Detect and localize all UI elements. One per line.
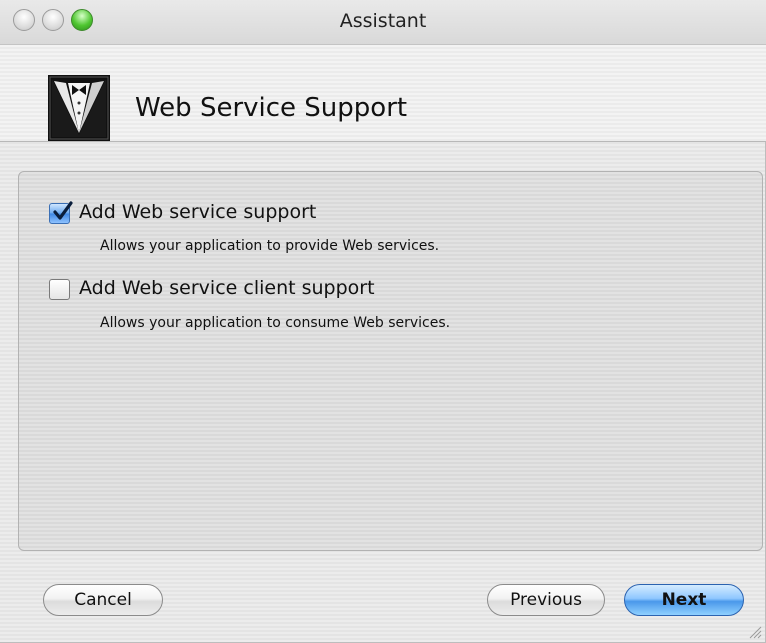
cancel-button[interactable]: Cancel	[43, 584, 163, 616]
page-title: Web Service Support	[135, 93, 408, 123]
option-label[interactable]: Add Web service client support	[79, 277, 375, 299]
previous-button[interactable]: Previous	[487, 584, 605, 616]
option-description: Allows your application to provide Web s…	[100, 238, 440, 254]
option-label[interactable]: Add Web service support	[79, 201, 316, 223]
assistant-window: Assistant Web Service Support Add Web se…	[0, 0, 766, 643]
web-service-client-support-checkbox[interactable]	[49, 279, 70, 300]
resize-grip-icon[interactable]	[748, 625, 762, 639]
assistant-header: Web Service Support	[0, 45, 766, 142]
tuxedo-icon	[48, 75, 110, 141]
options-panel: Add Web service support Allows your appl…	[18, 171, 763, 551]
next-button[interactable]: Next	[624, 584, 744, 616]
title-bar[interactable]: Assistant	[0, 0, 766, 45]
option-description: Allows your application to consume Web s…	[100, 315, 451, 331]
checkmark-icon	[53, 201, 73, 220]
web-service-support-checkbox[interactable]	[49, 201, 73, 224]
window-title: Assistant	[339, 10, 427, 32]
